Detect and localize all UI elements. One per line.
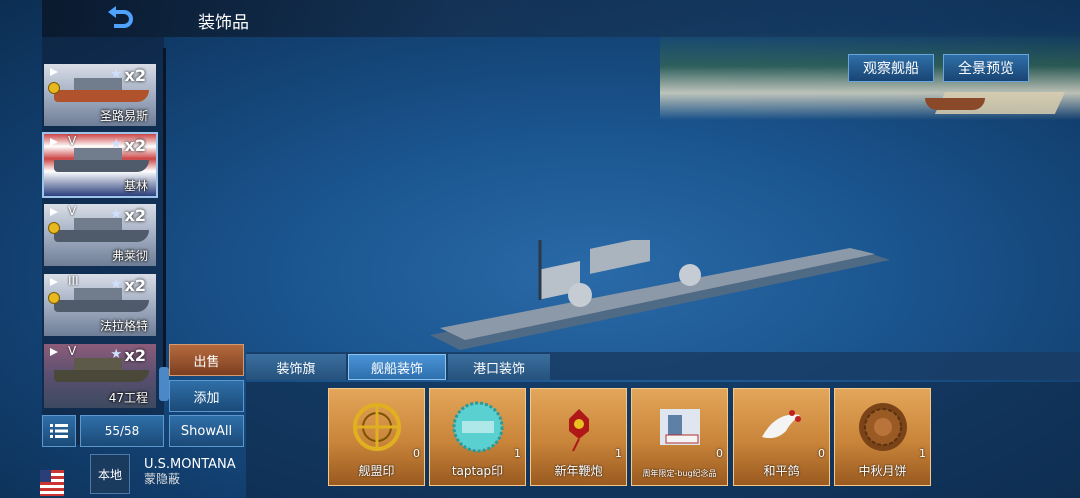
item-alliance-seal[interactable]: 0 舰盟印 <box>328 388 425 486</box>
firecracker-icon <box>569 409 589 452</box>
item-label: 和平鸽 <box>763 464 800 478</box>
sell-button[interactable]: 出售 <box>169 344 244 376</box>
ship-name: 弗莱彻 <box>111 249 148 263</box>
show-all-button[interactable]: ShowAll <box>169 415 244 447</box>
ship-hull <box>54 160 149 172</box>
mooncake-icon <box>859 403 907 451</box>
play-triangle-icon <box>50 138 58 146</box>
ship-hull <box>54 230 149 242</box>
item-quantity: 1 <box>514 447 521 460</box>
item-peace-dove[interactable]: 0 和平鸽 <box>733 388 830 486</box>
tab-decoration-flag[interactable]: 装饰旗 <box>246 354 346 380</box>
small-boat <box>925 98 985 110</box>
ship-count: x2 <box>124 206 146 225</box>
ship-name: 法拉格特 <box>99 319 148 333</box>
ship-count: x2 <box>124 276 146 295</box>
current-ship-name: U.S.MONTANA <box>144 457 236 472</box>
ship-count: x2 <box>124 136 146 155</box>
tab-port-decoration[interactable]: 港口装饰 <box>448 354 550 380</box>
item-quantity: 0 <box>818 447 825 460</box>
star-icon: ★ <box>110 277 122 292</box>
item-label: 舰盟印 <box>358 464 395 478</box>
page-title: 装饰品 <box>198 13 249 33</box>
item-quantity: 1 <box>919 447 926 460</box>
ship-name: 基林 <box>123 179 148 193</box>
ship-list-scroll-thumb[interactable] <box>159 367 169 401</box>
ship-card-fletcher[interactable]: V ★ x2 弗莱彻 <box>44 204 156 266</box>
coin-icon <box>48 222 60 234</box>
item-mooncake[interactable]: 1 中秋月饼 <box>834 388 931 486</box>
bug-souvenir-icon <box>660 409 700 445</box>
list-view-button[interactable] <box>42 415 76 447</box>
ship-name: 47工程 <box>108 391 148 405</box>
ship-card-project-47[interactable]: V ★ x2 47工程 <box>44 344 156 408</box>
panorama-preview-button[interactable]: 全景预览 <box>943 54 1029 82</box>
item-label: 新年鞭炮 <box>554 464 603 478</box>
item-label: taptap印 <box>451 464 504 478</box>
play-triangle-icon <box>50 278 58 286</box>
alliance-seal-icon <box>353 403 401 451</box>
item-quantity: 0 <box>413 447 420 460</box>
ship-hull <box>54 300 149 312</box>
ship-hull <box>54 370 149 382</box>
play-triangle-icon <box>50 68 58 76</box>
ship-hull <box>54 90 149 102</box>
star-icon: ★ <box>110 347 122 362</box>
observe-ship-button[interactable]: 观察舰船 <box>848 54 934 82</box>
item-label: 周年限定-bug纪念品 <box>642 469 717 478</box>
play-triangle-icon <box>50 208 58 216</box>
ship-tier: V <box>68 204 77 218</box>
ship-count: x2 <box>124 346 146 365</box>
current-ship-info: U.S.MONTANA 蒙隐蔽 <box>144 457 236 487</box>
back-button[interactable] <box>96 4 140 34</box>
ship-tier: V <box>68 344 77 358</box>
ship-name: 圣路易斯 <box>99 109 148 123</box>
play-triangle-icon <box>50 348 58 356</box>
ship-card-gearing[interactable]: V ★ x2 基林 <box>42 132 158 198</box>
item-new-year-firecracker[interactable]: 1 新年鞭炮 <box>530 388 627 486</box>
item-taptap-seal[interactable]: 1 taptap印 <box>429 388 526 486</box>
ship-count-indicator: 55/58 <box>80 415 164 447</box>
list-icon <box>50 424 68 438</box>
local-button[interactable]: 本地 <box>90 454 130 494</box>
add-button[interactable]: 添加 <box>169 380 244 412</box>
back-arrow-icon <box>108 6 133 28</box>
ship-tier: III <box>68 274 79 288</box>
item-bug-souvenir[interactable]: 0 周年限定-bug纪念品 <box>631 388 728 486</box>
peace-dove-icon <box>762 410 801 439</box>
item-quantity: 1 <box>615 447 622 460</box>
ship-card-st-louis[interactable]: ★ x2 圣路易斯 <box>44 64 156 126</box>
destroyer-ship-model[interactable] <box>420 240 900 350</box>
taptap-seal-icon <box>452 401 504 453</box>
coin-icon <box>48 82 60 94</box>
ship-tier: V <box>68 134 77 148</box>
ship-list-scrollbar[interactable] <box>163 48 166 378</box>
coin-icon <box>48 292 60 304</box>
current-ship-subtitle: 蒙隐蔽 <box>144 472 181 486</box>
us-flag-icon <box>40 470 64 496</box>
star-icon: ★ <box>110 137 122 152</box>
ship-count: x2 <box>124 66 146 85</box>
star-icon: ★ <box>110 207 122 222</box>
item-label: 中秋月饼 <box>858 464 907 478</box>
ship-card-farragut[interactable]: III ★ x2 法拉格特 <box>44 274 156 336</box>
item-quantity: 0 <box>716 447 723 460</box>
star-icon: ★ <box>110 67 122 82</box>
tab-ship-decoration[interactable]: 舰船装饰 <box>348 354 446 380</box>
